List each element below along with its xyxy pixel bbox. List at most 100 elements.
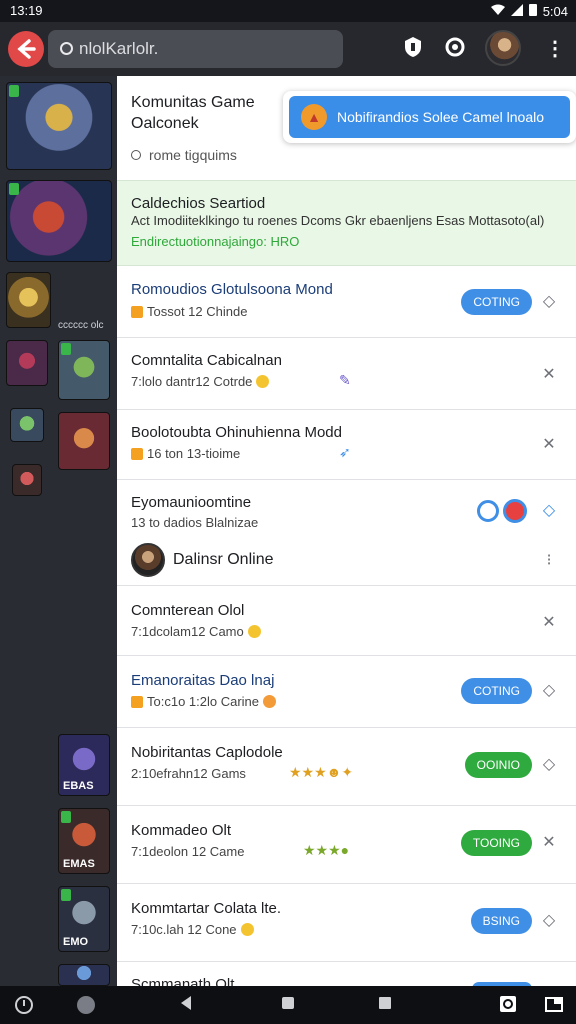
search-icon xyxy=(60,42,73,55)
online-label: Dalinsr Online xyxy=(173,551,274,568)
more-icon[interactable]: ⁝ xyxy=(540,552,558,570)
emoji-icon xyxy=(263,695,277,708)
list-item[interactable]: Kommtartar Colata lte. 7:10c.lah 12 Cone… xyxy=(117,884,576,962)
signal-icon xyxy=(510,3,523,19)
game-thumbnail[interactable]: EBAS xyxy=(58,734,110,796)
split-screen-icon[interactable] xyxy=(544,995,564,1015)
game-thumbnail[interactable] xyxy=(6,82,112,170)
status-time: 13:19 xyxy=(10,3,43,18)
status-time-right: 5:04 xyxy=(542,3,568,19)
activity-title: Caldechios Seartiod xyxy=(131,195,266,212)
community-header: Komunitas Game Oalconek rome tigquims ▲ … xyxy=(117,76,576,180)
game-thumbnail[interactable] xyxy=(10,408,44,442)
close-icon[interactable]: ✕ xyxy=(540,834,558,852)
app-bar: nlolKarlolr. ⋮ xyxy=(0,22,576,76)
diamond-icon[interactable]: ◇ xyxy=(540,502,558,520)
status-icons: 5:04 xyxy=(490,3,568,19)
list-item[interactable]: Eyomaunioomtine 13 to dadios Blalnizae ◇ xyxy=(117,480,576,536)
pencil-icon: ✎ xyxy=(339,372,351,388)
assistant-icon[interactable] xyxy=(14,995,34,1015)
list-item[interactable]: Comnterean Olol 7:1dcolam12 Camo ✕ xyxy=(117,586,576,656)
search-input[interactable]: nlolKarlolr. xyxy=(48,30,343,68)
game-thumbnail[interactable]: EMAS xyxy=(58,808,110,874)
thumb-tag: EMAS xyxy=(63,858,95,870)
notification-banner-body: ▲ Nobifirandios Solee Camel lnoalo xyxy=(289,96,570,138)
game-badge-icon xyxy=(61,811,71,823)
row-meta-text: To:c1o 1:2lo Carine xyxy=(147,694,260,709)
list-item[interactable]: Romoudios Glotulsoona Mond Tossot 12 Chi… xyxy=(117,266,576,338)
status-pill[interactable]: COTING xyxy=(461,678,532,704)
status-pill[interactable]: TOOING xyxy=(460,830,532,856)
game-thumbnail[interactable] xyxy=(58,964,110,986)
list-item[interactable]: Comntalita Cabicalnan 7:lolo dantr12 Cot… xyxy=(117,338,576,410)
row-title: Romoudios Glotulsoona Mond xyxy=(131,281,333,298)
record-icon xyxy=(503,499,527,523)
game-thumbnail[interactable]: EMO xyxy=(58,886,110,952)
back-triangle-icon[interactable] xyxy=(176,995,196,1015)
close-icon[interactable]: ✕ xyxy=(540,614,558,632)
header-subtitle: rome tigquims xyxy=(131,147,237,163)
status-pill[interactable]: COTING xyxy=(461,289,532,315)
game-thumbnail[interactable] xyxy=(6,340,48,386)
game-thumbnail[interactable] xyxy=(6,180,112,262)
list-item[interactable]: Scmmanath Olt xyxy=(117,962,576,986)
refresh-icon[interactable] xyxy=(442,36,468,62)
row-title: Kommtartar Colata lte. xyxy=(131,900,282,917)
activity-card[interactable]: Caldechios Seartiod Act Imodiiteklkingo … xyxy=(117,180,576,266)
status-pill[interactable]: OOINIO xyxy=(464,752,532,778)
row-title: Nobiritantas Caplodole xyxy=(131,744,283,761)
list-item[interactable]: Kommadeo Olt 7:1deolon 12 Came ★★★● TOOI… xyxy=(117,806,576,884)
row-meta: 7:1dcolam12 Camo xyxy=(131,624,261,639)
status-ring-icon xyxy=(477,500,499,522)
row-title: Boolotoubta Ohinuhienna Modd xyxy=(131,424,342,441)
status-pill[interactable]: BSING xyxy=(470,908,532,934)
row-meta-text: 16 ton 13-tioime xyxy=(147,446,241,461)
row-meta: 7:1deolon 12 Came xyxy=(131,844,244,859)
notification-banner[interactable]: ▲ Nobifirandios Solee Camel lnoalo xyxy=(283,91,576,143)
game-thumbnail[interactable] xyxy=(6,272,51,328)
home-square-icon[interactable] xyxy=(278,995,298,1015)
arrow-left-icon xyxy=(17,39,36,59)
game-badge-icon xyxy=(9,183,19,195)
online-row[interactable]: Dalinsr Online ⁝ xyxy=(117,536,576,586)
stars-icon: ★★★● xyxy=(303,842,350,858)
game-badge-icon xyxy=(61,343,71,355)
category-icon xyxy=(131,696,143,708)
row-title: Comnterean Olol xyxy=(131,602,245,619)
row-meta: 7:lolo dantr12 Cotrde xyxy=(131,374,270,389)
row-title: Comntalita Cabicalnan xyxy=(131,352,282,369)
recents-square-icon[interactable] xyxy=(375,995,395,1015)
row-meta-text: Tossot 12 Chinde xyxy=(147,304,248,319)
row-meta-text: 2:10efrahn12 Gams xyxy=(131,766,246,781)
emoji-icon xyxy=(256,375,270,388)
activity-link[interactable]: Endirectuotionnajaingo: HRO xyxy=(131,234,299,249)
game-thumbnail[interactable] xyxy=(58,412,110,470)
diamond-icon[interactable]: ◇ xyxy=(540,682,558,700)
row-meta: To:c1o 1:2lo Carine xyxy=(131,694,277,709)
diamond-icon[interactable]: ◇ xyxy=(540,293,558,311)
thumb-tag: EMO xyxy=(63,936,89,948)
more-vertical-icon[interactable]: ⋮ xyxy=(545,36,565,62)
thumb-tag: EBAS xyxy=(63,780,94,792)
screenshot-icon[interactable] xyxy=(498,995,518,1015)
game-thumbnail[interactable] xyxy=(12,464,42,496)
activity-description: Act Imodiiteklkingo tu roenes Dcoms Gkr … xyxy=(131,213,545,228)
emoji-icon xyxy=(240,923,254,936)
row-meta: 13 to dadios Blalnizae xyxy=(131,515,258,530)
game-thumbnail[interactable] xyxy=(58,340,110,400)
back-button[interactable] xyxy=(8,31,44,67)
profile-avatar[interactable] xyxy=(485,30,521,66)
row-meta-text: 7:10c.lah 12 Cone xyxy=(131,922,237,937)
diamond-icon[interactable]: ◇ xyxy=(540,756,558,774)
category-icon xyxy=(131,306,143,318)
game-badge-icon xyxy=(9,85,19,97)
shield-icon[interactable] xyxy=(400,36,426,62)
close-icon[interactable]: ✕ xyxy=(540,436,558,454)
list-item[interactable]: Nobiritantas Caplodole 2:10efrahn12 Gams… xyxy=(117,728,576,806)
list-item[interactable]: Boolotoubta Ohinuhienna Modd 16 ton 13-t… xyxy=(117,410,576,480)
close-icon[interactable]: ✕ xyxy=(540,366,558,384)
battery-icon xyxy=(528,3,537,19)
list-item[interactable]: Emanoraitas Dao lnaj To:c1o 1:2lo Carine… xyxy=(117,656,576,728)
diamond-icon[interactable]: ◇ xyxy=(540,912,558,930)
app-thumbnail-icon[interactable] xyxy=(76,995,96,1015)
